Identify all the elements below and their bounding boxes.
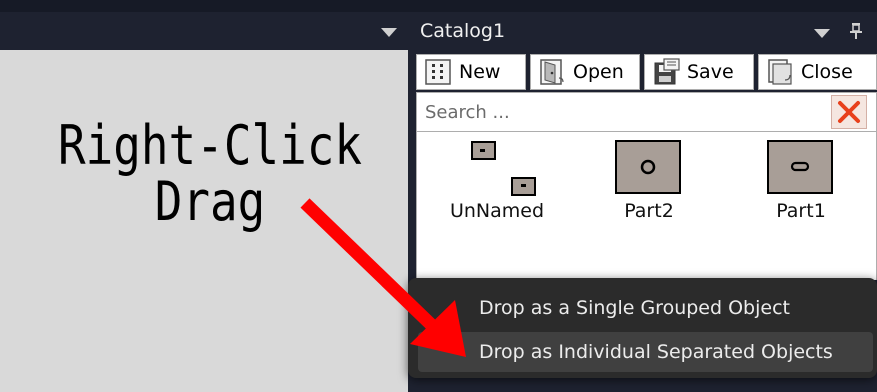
menu-item-drop-grouped[interactable]: Drop as a Single Grouped Object <box>418 288 873 328</box>
document-panel-header <box>0 12 410 50</box>
item-label: UnNamed <box>449 200 545 222</box>
search-row <box>416 92 877 132</box>
red-x-icon <box>838 101 860 123</box>
search-input[interactable] <box>417 93 827 131</box>
drop-context-menu: Drop as a Single Grouped Object Drop as … <box>408 278 877 378</box>
save-disk-icon <box>654 58 680 85</box>
pin-icon[interactable] <box>848 22 864 40</box>
save-button[interactable]: Save <box>644 54 754 90</box>
close-button[interactable]: Close <box>758 54 877 90</box>
canvas-instruction-text: Right-Click Drag <box>57 118 363 230</box>
panel-dropdown-icon[interactable] <box>378 24 400 40</box>
menu-item-label: Drop as Individual Separated Objects <box>479 341 833 363</box>
item-label: Part1 <box>776 200 826 222</box>
canvas-text-line-2: Drag <box>154 170 266 233</box>
open-door-icon <box>540 59 564 85</box>
menu-item-label: Drop as a Single Grouped Object <box>479 297 790 319</box>
save-button-label: Save <box>687 61 734 83</box>
unnamed-group-thumbnail <box>471 141 536 196</box>
item-label: Part2 <box>624 200 674 222</box>
catalog-dropdown-icon[interactable] <box>812 26 832 40</box>
close-catalog-icon <box>768 59 792 85</box>
new-catalog-icon <box>425 59 451 85</box>
catalog-toolbar: New Open Save Close <box>416 54 877 92</box>
open-button-label: Open <box>573 61 624 83</box>
open-button[interactable]: Open <box>530 54 640 90</box>
canvas-text-line-1: Right-Click <box>58 114 362 177</box>
close-button-label: Close <box>801 61 853 83</box>
part2-circle-thumbnail <box>615 140 681 194</box>
catalog-item-part2[interactable]: Part2 <box>579 132 719 272</box>
window-top-strip <box>0 0 877 12</box>
catalog-item-unnamed[interactable]: UnNamed <box>427 132 567 272</box>
document-panel: Right-Click Drag <box>0 12 410 392</box>
catalog-title: Catalog1 <box>420 20 506 42</box>
clear-search-button[interactable] <box>831 95 867 129</box>
catalog-item-part1[interactable]: Part1 <box>731 132 871 272</box>
catalog-items: UnNamed Part2 Part1 <box>416 132 877 280</box>
new-button[interactable]: New <box>416 54 526 90</box>
menu-item-drop-separated[interactable]: Drop as Individual Separated Objects <box>418 332 873 372</box>
new-button-label: New <box>459 61 501 83</box>
part1-slot-thumbnail <box>767 140 833 194</box>
document-canvas[interactable]: Right-Click Drag <box>0 50 408 392</box>
